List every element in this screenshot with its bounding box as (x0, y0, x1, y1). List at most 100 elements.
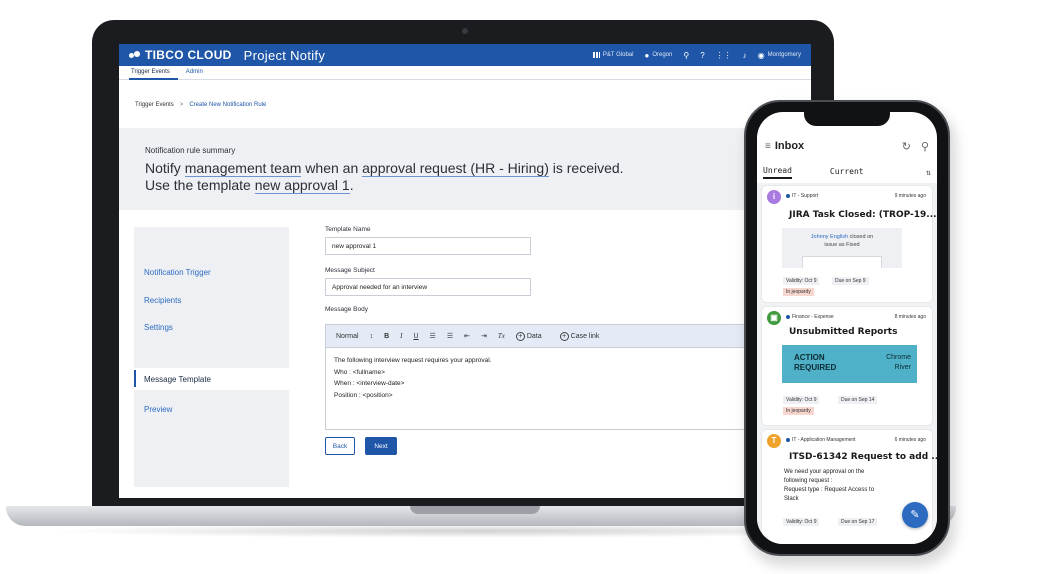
search-icon[interactable]: ⚲ (921, 140, 929, 153)
inbox-card[interactable]: ▣ Finance - Expense 8 minutes ago Unsubm… (762, 307, 932, 425)
org-selector[interactable]: P&T Global (592, 52, 633, 58)
body-line: Slack (784, 496, 799, 502)
template-name-input[interactable]: new approval 1 (325, 237, 531, 255)
breadcrumb-separator: > (179, 102, 184, 108)
notification-bell-icon[interactable]: ♪ (743, 51, 747, 60)
inbox-card[interactable]: T IT - Application Management 6 minutes … (762, 430, 937, 544)
plus-circle-icon: + (559, 331, 569, 341)
template-link[interactable]: new approval 1 (254, 177, 350, 194)
tab-current[interactable]: Current (830, 167, 864, 178)
insert-case-link-button[interactable]: + Case link (559, 331, 599, 341)
summary-text: . (349, 177, 354, 193)
chrome-river-logo: Chrome River (886, 353, 911, 373)
body-line: We need your approval on the (784, 469, 865, 475)
validity-chip: Validity: Oct 9 (783, 396, 820, 404)
breadcrumb-root[interactable]: Trigger Events (135, 102, 174, 108)
sort-icon[interactable]: ⇅ (926, 168, 931, 177)
italic-button[interactable]: I (400, 332, 402, 340)
bold-button[interactable]: B (384, 333, 389, 340)
main-tabs: Trigger Events Admin (119, 66, 811, 80)
unread-dot-icon (786, 194, 790, 198)
region-selector[interactable]: ● Oregon (644, 51, 672, 60)
compose-icon[interactable]: ✎ (902, 502, 928, 528)
nav-item-recipients[interactable]: Recipients (144, 296, 181, 305)
nav-item-preview[interactable]: Preview (144, 405, 172, 414)
inbox-card[interactable]: i IT - Support 9 minutes ago JIRA Task C… (762, 186, 937, 302)
preview-text: closed on (848, 234, 874, 240)
rule-summary: Notification rule summary Notify managem… (119, 128, 811, 210)
jeopardy-badge: In jeopardy (783, 407, 814, 415)
breadcrumb-current[interactable]: Create New Notification Rule (189, 102, 266, 108)
summary-text: is received. (548, 160, 624, 176)
nav-active-indicator (134, 370, 136, 387)
nav-item-message-template[interactable]: Message Template (144, 375, 211, 384)
apps-grid-icon[interactable]: ⋮⋮ (716, 51, 732, 60)
clear-format-icon[interactable]: Tx (498, 332, 505, 340)
body-line: The following interview request requires… (334, 357, 492, 364)
preview-text: issue as Fixed (824, 242, 860, 248)
ordered-list-icon[interactable]: ☰ (430, 332, 436, 340)
underline-button[interactable]: U (413, 333, 418, 340)
card-time: 9 minutes ago (894, 193, 926, 199)
nav-item-notification-trigger[interactable]: Notification Trigger (144, 268, 211, 277)
insert-data-label: Data (526, 332, 542, 340)
card-preview: Johnny English closed on issue as Fixed (782, 228, 902, 268)
region-label: Oregon (652, 52, 673, 58)
user-name: Montgomery (767, 52, 801, 58)
inbox-list: i IT - Support 9 minutes ago JIRA Task C… (757, 183, 937, 544)
next-button[interactable]: Next (365, 437, 397, 455)
message-body-editor[interactable]: The following interview request requires… (325, 348, 745, 430)
inbox-header: ≡ Inbox ↻ ⚲ (757, 138, 937, 154)
action-required-banner: ACTION REQUIRED Chrome River (782, 345, 917, 383)
message-subject-label: Message Subject (325, 267, 375, 274)
indent-icon[interactable]: ⇥ (481, 332, 487, 340)
trigger-link[interactable]: approval request (HR - Hiring) (362, 160, 549, 177)
body-line: Position : <position> (334, 391, 393, 399)
inbox-tabs: Unread Current ⇅ (757, 164, 937, 180)
calendar-avatar-icon: ▣ (767, 311, 781, 325)
preview-thumbnail (802, 256, 882, 268)
outdent-icon[interactable]: ⇤ (464, 332, 470, 340)
refresh-icon[interactable]: ↻ (902, 140, 911, 153)
card-category: Finance - Expense (786, 314, 834, 320)
plus-circle-icon: + (515, 331, 525, 341)
chevron-updown-icon[interactable]: ↕ (370, 333, 374, 340)
category-label: Finance - Expense (792, 314, 834, 320)
summary-title: Notification rule summary (145, 146, 236, 155)
recipient-link[interactable]: management team (184, 160, 302, 177)
preview-user-link[interactable]: Johnny English (811, 234, 848, 240)
card-time: 6 minutes ago (894, 437, 926, 443)
help-icon[interactable]: ? (700, 51, 704, 60)
message-subject-input[interactable]: Approval needed for an interview (325, 278, 531, 296)
brand[interactable]: TIBCO CLOUD Project Notify (129, 48, 325, 63)
card-category: IT - Application Management (786, 437, 856, 443)
inbox-title: Inbox (774, 140, 805, 152)
tab-admin[interactable]: Admin (178, 66, 211, 80)
editor-toolbar: Normal ↕ B I U ☰ ☰ ⇤ ⇥ Tx + Data + Case … (325, 324, 745, 348)
phone-notch (804, 110, 890, 126)
header-actions: ↻ ⚲ (902, 140, 929, 153)
summary-text: when an (301, 160, 363, 176)
tab-unread[interactable]: Unread (763, 166, 792, 179)
back-button[interactable]: Back (325, 437, 355, 455)
body-line: When : <interview-date> (334, 380, 405, 387)
brand-name: TIBCO CLOUD (145, 48, 232, 62)
due-chip: Due on Sep 14 (838, 396, 878, 404)
tab-trigger-events[interactable]: Trigger Events (129, 66, 178, 80)
breadcrumb: Trigger Events > Create New Notification… (135, 102, 266, 108)
insert-data-button[interactable]: + Data (515, 331, 542, 341)
card-title: Unsubmitted Reports (789, 327, 898, 337)
category-label: IT - Support (792, 193, 819, 199)
nav-item-settings[interactable]: Settings (144, 323, 173, 332)
action-line: ACTION (794, 353, 825, 362)
due-chip: Due on Sep 9 (832, 277, 869, 285)
search-icon[interactable]: ⚲ (683, 51, 689, 60)
card-title: ITSD-61342 Request to add ... (789, 452, 937, 462)
due-chip: Due on Sep 17 (838, 518, 878, 526)
action-line: REQUIRED (794, 363, 837, 372)
user-menu[interactable]: ◉ Montgomery (758, 51, 801, 60)
bullet-list-icon[interactable]: ☰ (447, 332, 453, 340)
style-select[interactable]: Normal (336, 333, 359, 340)
menu-icon[interactable]: ≡ (765, 141, 771, 152)
logo-line: Chrome (886, 354, 911, 361)
